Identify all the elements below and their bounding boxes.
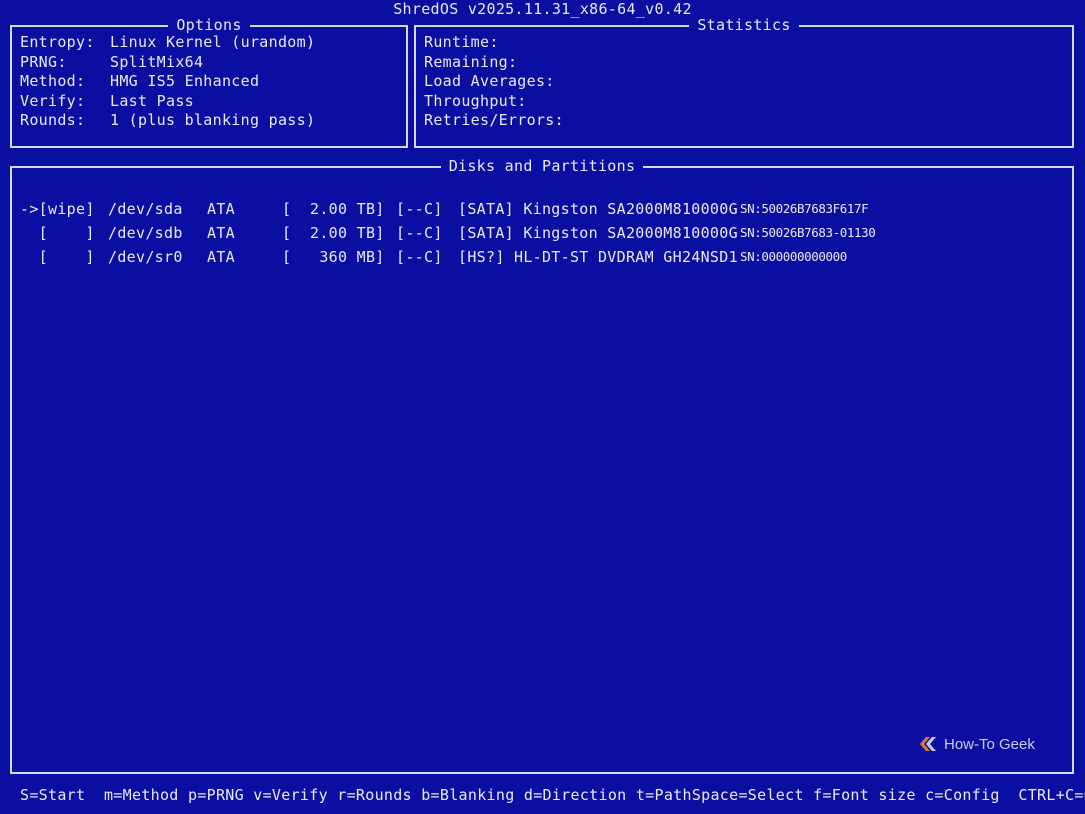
option-label: Method: — [20, 72, 86, 90]
option-label: Verify: — [20, 91, 86, 110]
disk-description: [SATA] Kingston SA2000M810000G — [458, 224, 738, 242]
disk-device: /dev/sdb — [108, 224, 183, 242]
disk-flags: [--C] — [396, 200, 443, 218]
disk-row-sr0[interactable]: [ ] /dev/sr0 ATA [ 360 MB] [--C] [HS?] H… — [20, 245, 848, 269]
disk-serial: SN:000000000000 — [740, 249, 847, 264]
disk-row-sda[interactable]: ->[wipe] /dev/sda ATA [ 2.00 TB] [--C] [… — [20, 197, 869, 221]
disk-device: /dev/sr0 — [108, 248, 183, 266]
stat-label: Retries/Errors: — [424, 111, 564, 129]
disk-description: [HS?] HL-DT-ST DVDRAM GH24NSD1 — [458, 248, 738, 266]
watermark: How-To Geek — [918, 733, 1035, 755]
stat-label: Load Averages: — [424, 72, 555, 90]
disk-row-sdb[interactable]: [ ] /dev/sdb ATA [ 2.00 TB] [--C] [SATA]… — [20, 221, 876, 245]
stat-remaining: Remaining: — [424, 53, 517, 73]
key-hints-bar: S=Start m=Method p=PRNG v=Verify r=Round… — [20, 786, 1085, 804]
options-panel: Options Entropy: Linux Kernel (urandom) P… — [10, 16, 408, 148]
disk-bus: ATA — [207, 200, 235, 218]
disk-size: [ 2.00 TB] — [282, 224, 385, 242]
option-value: HMG IS5 Enhanced — [110, 72, 260, 90]
option-value: 1 (plus blanking pass) — [110, 111, 316, 129]
disk-bus: ATA — [207, 248, 235, 266]
stat-runtime: Runtime: — [424, 33, 499, 53]
statistics-panel: Statistics Runtime: Remaining: Load Aver… — [414, 16, 1074, 148]
stat-label: Runtime: — [424, 33, 499, 51]
stat-throughput: Throughput: — [424, 92, 527, 112]
disk-selector[interactable]: ->[wipe] — [20, 197, 95, 221]
disks-panel: Disks and Partitions ->[wipe] /dev/sda A… — [10, 157, 1074, 774]
option-label: PRNG: — [20, 52, 67, 71]
option-prng[interactable]: PRNG: SplitMix64 — [20, 53, 203, 73]
stat-load-averages: Load Averages: — [424, 72, 555, 92]
disk-bus: ATA — [207, 224, 235, 242]
option-entropy[interactable]: Entropy: Linux Kernel (urandom) — [20, 33, 315, 53]
option-value: Last Pass — [110, 91, 194, 110]
stat-label: Remaining: — [424, 52, 518, 71]
disk-description: [SATA] Kingston SA2000M810000G — [458, 200, 738, 218]
option-label: Entropy: — [20, 33, 95, 51]
disks-heading: Disks and Partitions — [440, 157, 644, 175]
options-heading: Options — [168, 16, 250, 34]
stat-retries-errors: Retries/Errors: — [424, 111, 564, 131]
htg-logo-icon — [920, 737, 936, 751]
option-value: Linux Kernel (urandom) — [110, 33, 316, 51]
disk-size: [ 360 MB] — [282, 248, 385, 266]
option-method[interactable]: Method: HMG IS5 Enhanced — [20, 72, 259, 92]
disk-selector[interactable]: [ ] — [20, 245, 95, 269]
disk-selector[interactable]: [ ] — [20, 221, 95, 245]
disk-flags: [--C] — [396, 248, 443, 266]
disk-flags: [--C] — [396, 224, 443, 242]
option-rounds[interactable]: Rounds: 1 (plus blanking pass) — [20, 111, 315, 131]
disk-size: [ 2.00 TB] — [282, 200, 385, 218]
watermark-text: How-To Geek — [944, 735, 1035, 753]
option-value: SplitMix64 — [110, 52, 204, 71]
disk-serial: SN:50026B7683F617F — [740, 201, 869, 216]
statistics-heading: Statistics — [689, 16, 799, 34]
disk-device: /dev/sda — [108, 200, 183, 218]
option-label: Rounds: — [20, 111, 86, 129]
stat-label: Throughput: — [424, 91, 527, 110]
option-verify[interactable]: Verify: Last Pass — [20, 92, 194, 112]
disk-serial: SN:50026B7683-01130 — [740, 225, 876, 240]
